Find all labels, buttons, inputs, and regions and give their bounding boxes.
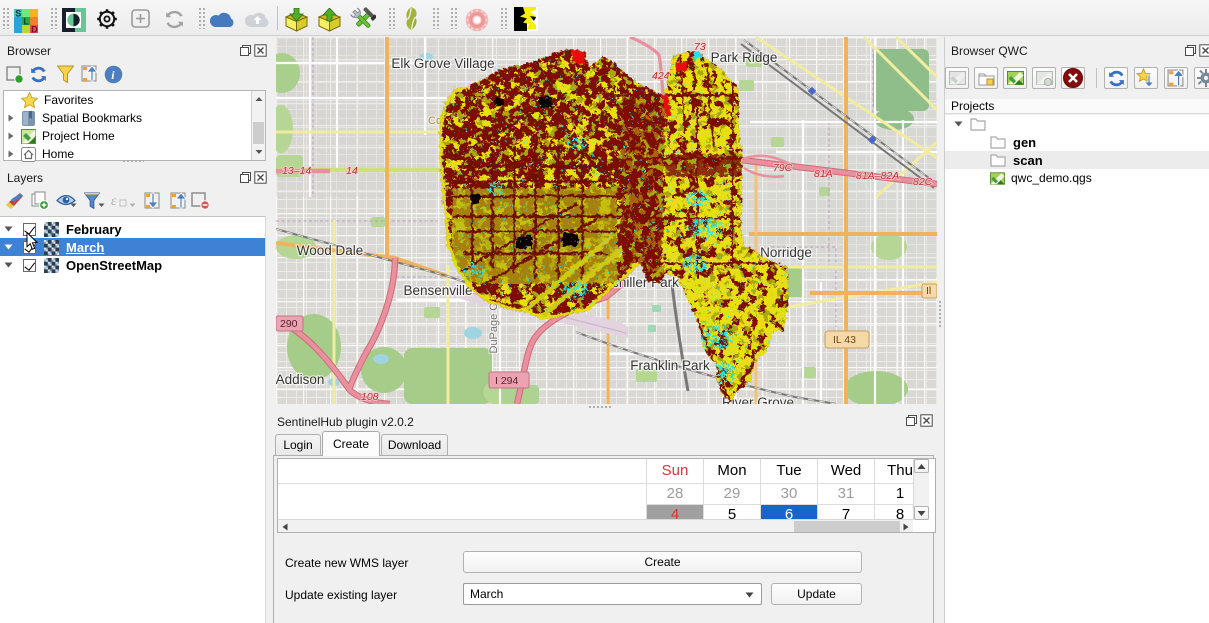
svg-text:108: 108 — [361, 391, 379, 403]
svg-text:Il: Il — [926, 285, 931, 297]
svg-text:14: 14 — [346, 165, 358, 177]
svg-text:Park Ridge: Park Ridge — [711, 50, 778, 65]
svg-text:Elk Grove Village: Elk Grove Village — [391, 56, 494, 71]
svg-text:I 294: I 294 — [495, 375, 519, 387]
svg-text:73: 73 — [694, 41, 706, 53]
svg-text:ε: ε — [111, 194, 117, 209]
svg-text:Bensenville: Bensenville — [403, 283, 472, 298]
svg-text:13–14: 13–14 — [282, 165, 311, 177]
svg-text:River Grove: River Grove — [722, 395, 794, 404]
svg-text:81A–82A: 81A–82A — [856, 170, 899, 182]
svg-text:82C: 82C — [913, 176, 933, 188]
svg-text:Franklin Park: Franklin Park — [630, 358, 710, 373]
svg-text:290: 290 — [280, 318, 298, 330]
svg-text:Norridge: Norridge — [760, 245, 812, 260]
svg-text:IL 43: IL 43 — [833, 334, 856, 346]
svg-text:Wood Dale: Wood Dale — [297, 243, 364, 258]
svg-text:S: S — [15, 9, 21, 19]
svg-text:D: D — [31, 25, 38, 33]
svg-text:L: L — [23, 17, 29, 27]
svg-text:81A: 81A — [814, 168, 833, 180]
svg-text:Addison: Addison — [276, 372, 324, 387]
svg-text:79C: 79C — [773, 162, 793, 174]
